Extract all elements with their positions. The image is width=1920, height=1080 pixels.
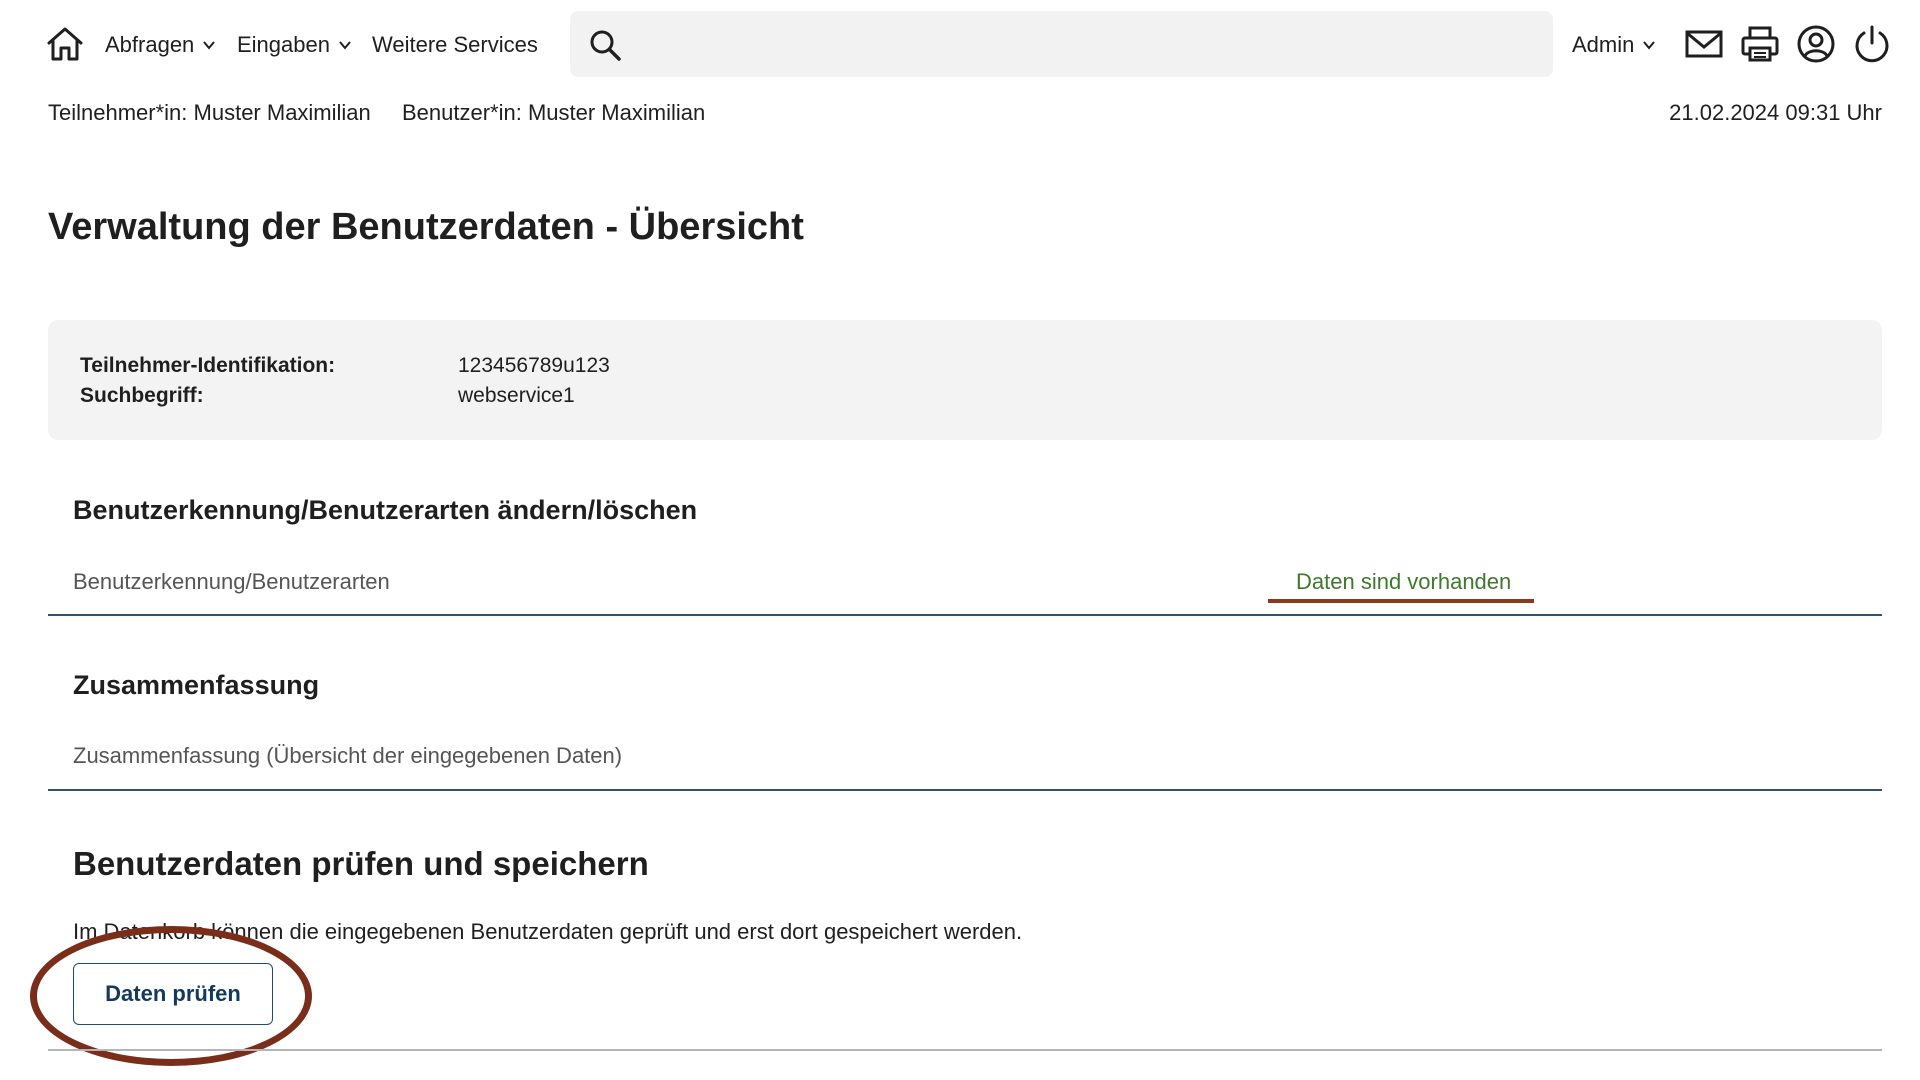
status-underline xyxy=(1268,599,1534,603)
search-term-value: webservice1 xyxy=(458,384,575,407)
divider xyxy=(48,1049,1882,1051)
search-term-label: Suchbegriff: xyxy=(80,384,204,407)
search-bar[interactable] xyxy=(570,11,1553,77)
status-data-available[interactable]: Daten sind vorhanden xyxy=(1296,568,1511,596)
power-icon[interactable] xyxy=(1852,24,1892,64)
page-title: Verwaltung der Benutzerdaten - Übersicht xyxy=(48,206,804,248)
user-icon[interactable] xyxy=(1796,24,1836,64)
check-description: Im Datenkorb können die eingegebenen Ben… xyxy=(73,919,1023,944)
chevron-down-icon xyxy=(203,41,216,50)
nav-eingaben[interactable]: Eingaben xyxy=(237,30,352,60)
nav-eingaben-label: Eingaben xyxy=(237,32,330,57)
divider xyxy=(48,789,1882,791)
admin-menu[interactable]: Admin xyxy=(1572,30,1656,60)
datetime: 21.02.2024 09:31 Uhr xyxy=(1669,100,1882,125)
section-title-change: Benutzerkennung/Benutzerarten ändern/lös… xyxy=(73,495,698,525)
top-navigation: Abfragen Eingaben Weitere Services Admin xyxy=(0,0,1920,88)
check-data-button[interactable]: Daten prüfen xyxy=(73,963,273,1025)
row-label-summary[interactable]: Zusammenfassung (Übersicht der eingegebe… xyxy=(73,742,622,770)
section-title-check: Benutzerdaten prüfen und speichern xyxy=(73,845,649,882)
section-title-summary: Zusammenfassung xyxy=(73,670,320,700)
print-icon[interactable] xyxy=(1740,24,1780,64)
nav-weitere-services-label: Weitere Services xyxy=(372,32,538,57)
participant-info: Teilnehmer*in: Muster Maximilian xyxy=(48,100,371,125)
search-icon[interactable] xyxy=(588,28,622,62)
mail-icon[interactable] xyxy=(1684,24,1724,64)
row-label-user-ids[interactable]: Benutzerkennung/Benutzerarten xyxy=(73,568,390,596)
nav-abfragen-label: Abfragen xyxy=(105,32,195,57)
divider xyxy=(48,614,1882,616)
chevron-down-icon xyxy=(339,41,351,50)
participant-panel: Teilnehmer-Identifikation: 123456789u123… xyxy=(48,320,1882,440)
nav-abfragen[interactable]: Abfragen xyxy=(105,30,216,60)
nav-weitere-services[interactable]: Weitere Services xyxy=(372,30,538,60)
home-icon[interactable] xyxy=(46,26,84,62)
search-input[interactable] xyxy=(640,21,1530,67)
chevron-down-icon xyxy=(1643,41,1656,50)
participant-id-value: 123456789u123 xyxy=(458,354,610,377)
admin-label: Admin xyxy=(1572,32,1635,57)
page: Abfragen Eingaben Weitere Services Admin xyxy=(0,0,1920,1080)
participant-id-label: Teilnehmer-Identifikation: xyxy=(80,354,336,377)
user-info: Benutzer*in: Muster Maximilian xyxy=(402,100,706,125)
